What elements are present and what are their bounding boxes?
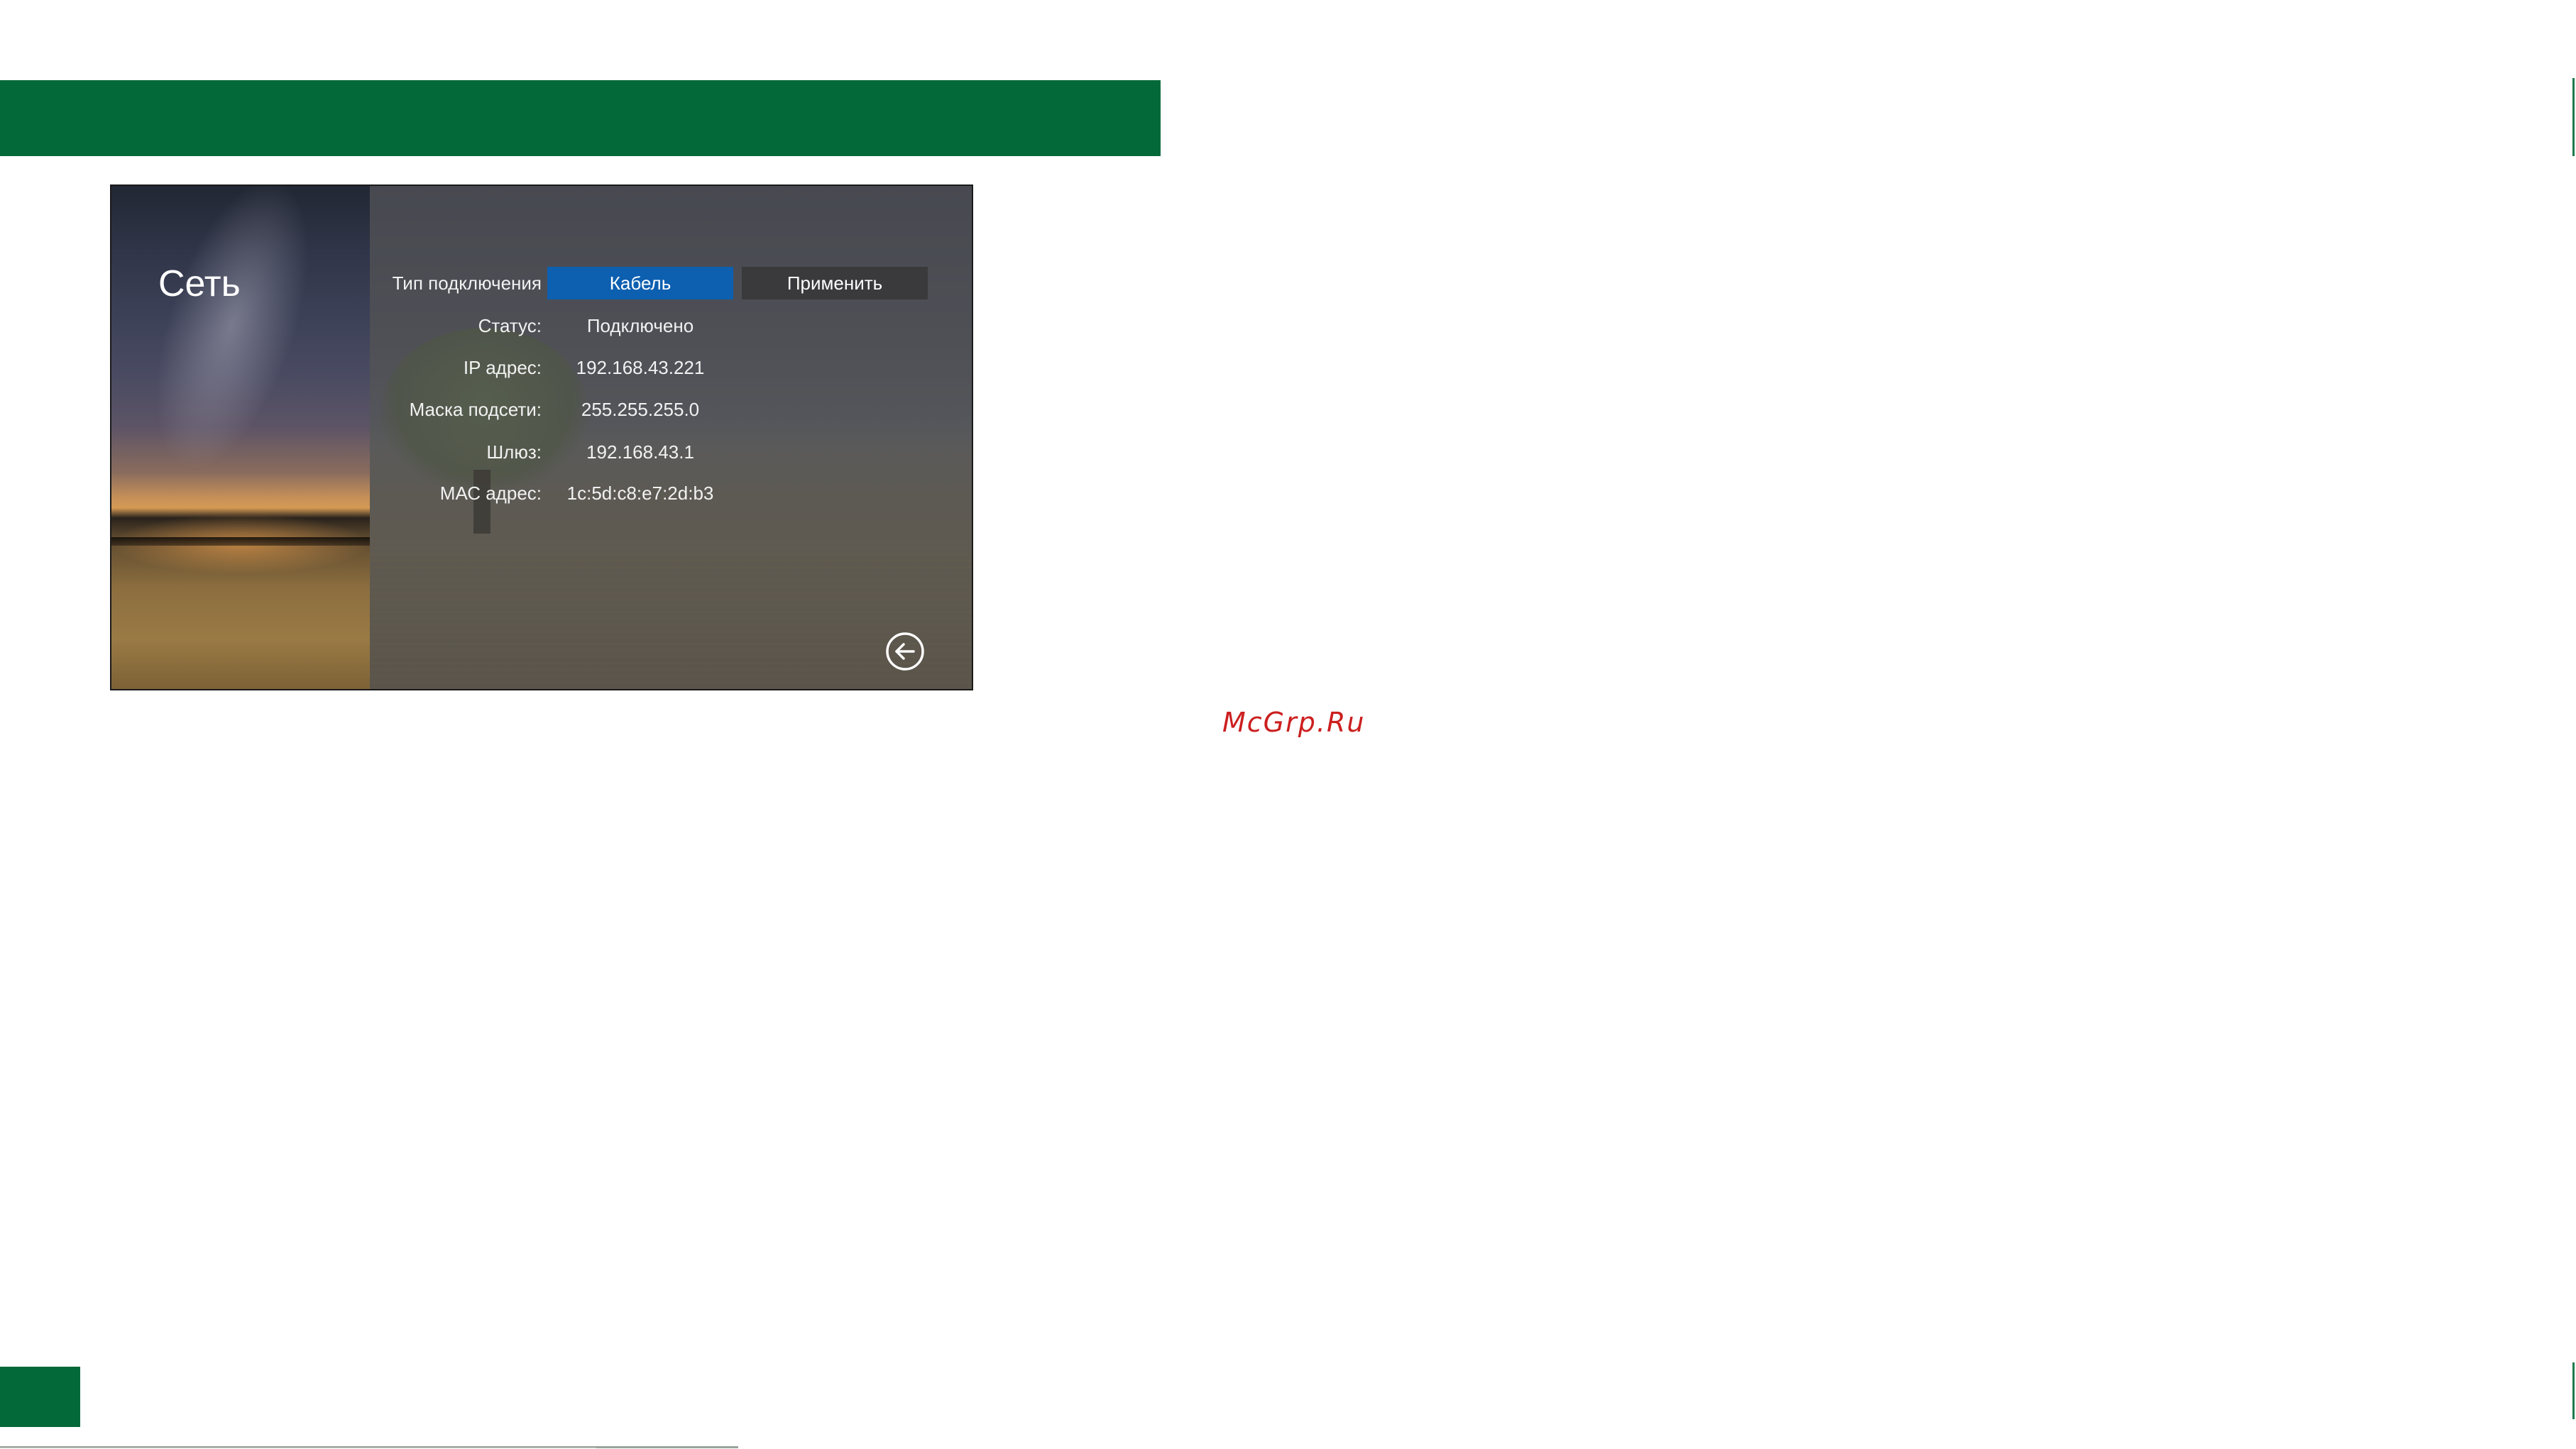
watermark-text: McGrp.Ru — [1222, 707, 1366, 738]
ip-address-label: IP адрес: — [463, 357, 542, 378]
wallpaper-left-panel — [111, 186, 370, 689]
status-label: Статус: — [478, 315, 542, 336]
status-value: Подключено — [586, 315, 694, 336]
right-edge-mark-top — [2572, 78, 2575, 156]
subnet-mask-value: 255.255.255.0 — [581, 399, 700, 420]
back-arrow-circle-icon[interactable] — [885, 632, 925, 671]
subnet-mask-label: Маска подсети: — [409, 399, 542, 420]
mac-address-value: 1c:5d:c8:e7:2d:b3 — [566, 483, 714, 504]
connection-type-button[interactable]: Кабель — [547, 267, 733, 299]
header-green-bar — [0, 80, 1161, 156]
milky-way-glow — [124, 186, 341, 490]
apply-button[interactable]: Применить — [742, 267, 928, 299]
screen-title: Сеть — [158, 263, 241, 304]
right-edge-mark-bottom — [2572, 1362, 2575, 1419]
gateway-label: Шлюз: — [486, 441, 542, 463]
connection-type-label: Тип подключения — [392, 272, 542, 294]
device-screen-network: Сеть Тип подключения Кабель Применить Ст… — [110, 184, 973, 690]
footer-green-square — [0, 1367, 80, 1427]
ip-address-value: 192.168.43.221 — [576, 357, 705, 378]
gateway-value: 192.168.43.1 — [586, 441, 694, 463]
horizon-line — [111, 537, 370, 546]
mac-address-label: МАС адрес: — [439, 483, 542, 504]
settings-overlay — [370, 186, 972, 689]
manual-page: Сеть Тип подключения Кабель Применить Ст… — [0, 0, 2576, 1449]
